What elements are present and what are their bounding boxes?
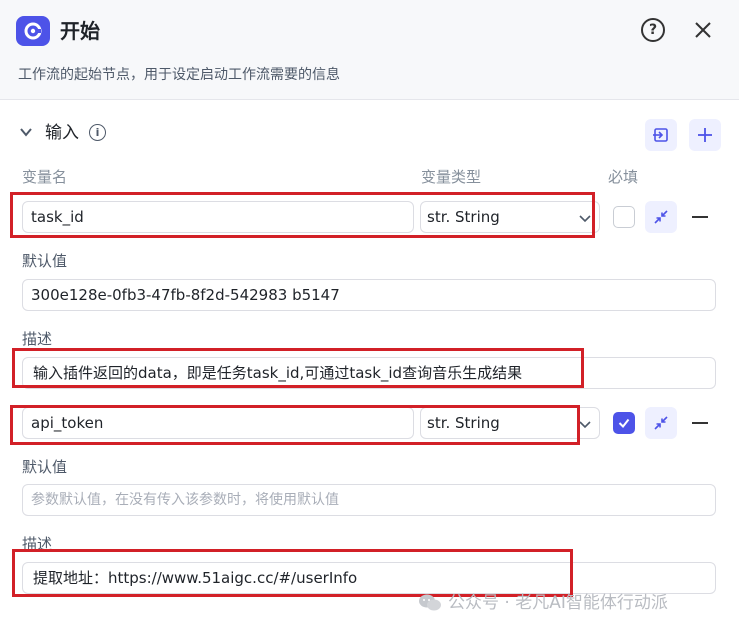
- required-checkbox[interactable]: [613, 206, 635, 228]
- variable-type-value: str. String: [427, 208, 500, 226]
- import-button[interactable]: [645, 119, 677, 151]
- variable-type-select[interactable]: str. String: [420, 407, 600, 439]
- default-value-label: 默认值: [22, 252, 68, 270]
- section-title-input: 输入: [45, 123, 79, 143]
- variable-name-input[interactable]: api_token: [22, 407, 414, 439]
- watermark-text: 公众号 · 老凡AI智能体行动派: [448, 593, 668, 613]
- minus-icon: [692, 422, 708, 424]
- column-header-required: 必填: [608, 168, 639, 186]
- column-header-name: 变量名: [22, 168, 68, 186]
- variable-type-select[interactable]: str. String: [420, 201, 600, 233]
- chevron-down-icon[interactable]: [18, 124, 34, 140]
- required-checkbox[interactable]: [613, 412, 635, 434]
- node-title: 开始: [60, 19, 100, 43]
- info-icon[interactable]: i: [89, 124, 106, 141]
- collapse-button[interactable]: [645, 407, 677, 439]
- variable-name-input[interactable]: task_id: [22, 201, 414, 233]
- minus-icon: [692, 216, 708, 218]
- default-value-input[interactable]: 300e128e-0fb3-47fb-8f2d-542983 b5147: [22, 279, 716, 311]
- add-variable-button[interactable]: [689, 119, 721, 151]
- import-icon: [653, 128, 668, 142]
- remove-variable-button[interactable]: [690, 203, 710, 231]
- start-node-logo-icon: [16, 16, 50, 46]
- chevron-down-icon: [579, 421, 591, 429]
- collapse-button[interactable]: [645, 201, 677, 233]
- collapse-arrows-icon: [654, 416, 668, 430]
- chevron-down-icon: [579, 215, 591, 223]
- close-icon[interactable]: [690, 17, 716, 43]
- default-value-label: 默认值: [22, 458, 68, 476]
- collapse-arrows-icon: [654, 210, 668, 224]
- description-input[interactable]: 输入插件返回的data，即是任务task_id,可通过task_id查询音乐生成…: [22, 357, 716, 389]
- description-label: 描述: [22, 330, 53, 348]
- wechat-icon: [419, 594, 441, 611]
- column-header-type: 变量类型: [421, 168, 482, 186]
- remove-variable-button[interactable]: [690, 409, 710, 437]
- plus-icon: [698, 128, 712, 142]
- watermark: 公众号 · 老凡AI智能体行动派: [418, 590, 668, 616]
- help-icon[interactable]: ?: [641, 18, 665, 42]
- default-value-input[interactable]: 参数默认值，在没有传入该参数时，将使用默认值: [22, 484, 716, 516]
- checkmark-icon: [618, 418, 630, 429]
- node-description: 工作流的起始节点，用于设定启动工作流需要的信息: [18, 67, 340, 83]
- description-label: 描述: [22, 535, 53, 553]
- variable-type-value: str. String: [427, 414, 500, 432]
